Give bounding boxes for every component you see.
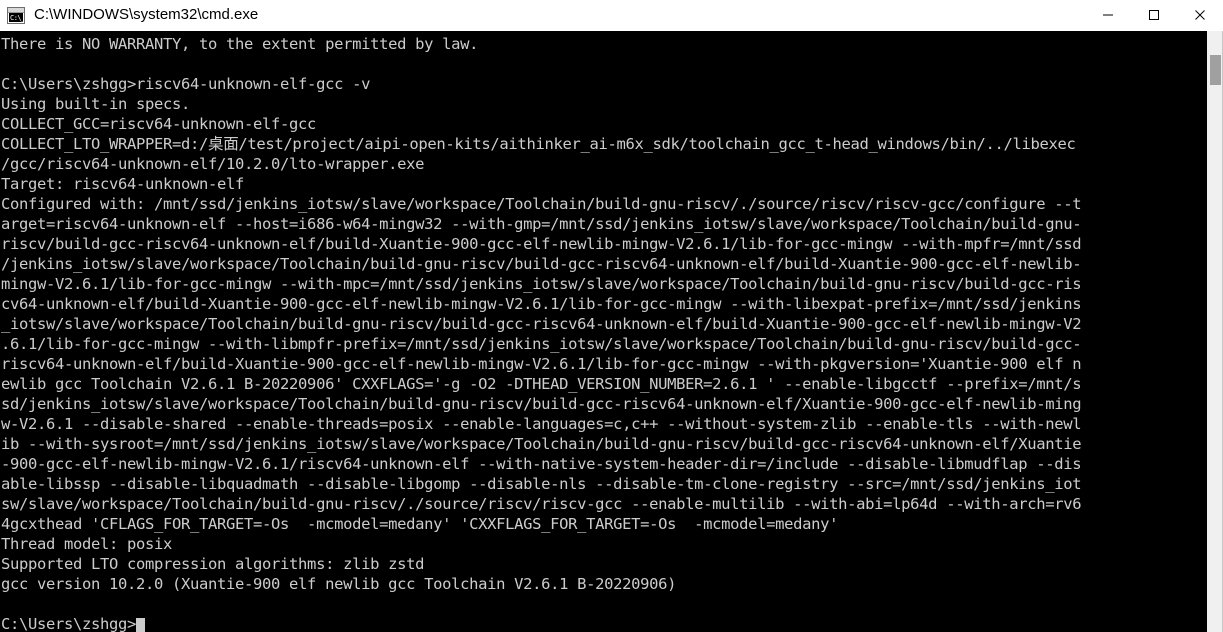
console-line: ewlib gcc Toolchain V2.6.1 B-20220906' C… xyxy=(1,375,1082,393)
console-line: riscv/build-gcc-riscv64-unknown-elf/buil… xyxy=(1,235,1082,253)
console-line: riscv64-unknown-elf/build-Xuantie-900-gc… xyxy=(1,355,1082,373)
close-button[interactable] xyxy=(1177,0,1223,30)
window-titlebar[interactable]: C:\_ C:\WINDOWS\system32\cmd.exe xyxy=(0,0,1223,31)
console-line: COLLECT_GCC=riscv64-unknown-elf-gcc xyxy=(1,115,317,133)
console-scrollbar[interactable] xyxy=(1206,31,1223,632)
console-line: sw/slave/workspace/Toolchain/build-gnu-r… xyxy=(1,495,1082,513)
console-line: mingw-V2.6.1/lib-for-gcc-mingw --with-mp… xyxy=(1,275,1082,293)
titlebar-left-group: C:\_ C:\WINDOWS\system32\cmd.exe xyxy=(0,0,1085,30)
console-line: w-V2.6.1 --disable-shared --enable-threa… xyxy=(1,415,1082,433)
console-line: gcc version 10.2.0 (Xuantie-900 elf newl… xyxy=(1,575,677,593)
scrollbar-thumb[interactable] xyxy=(1210,55,1221,85)
console-line: -900-gcc-elf-newlib-mingw-V2.6.1/riscv64… xyxy=(1,455,1082,473)
console-line: _iotsw/slave/workspace/Toolchain/build-g… xyxy=(1,315,1082,333)
console-line: /gcc/riscv64-unknown-elf/10.2.0/lto-wrap… xyxy=(1,155,425,173)
console-line: C:\Users\zshgg> xyxy=(1,614,1206,632)
console-line: sd/jenkins_iotsw/slave/workspace/Toolcha… xyxy=(1,395,1082,413)
cmd-console-icon[interactable]: C:\_ xyxy=(7,6,25,24)
console-line: COLLECT_LTO_WRAPPER=d:/桌面/test/project/a… xyxy=(1,135,1076,153)
console-line: ib --with-sysroot=/mnt/ssd/jenkins_iotsw… xyxy=(1,435,1082,453)
text-cursor xyxy=(136,618,146,632)
console-line: There is NO WARRANTY, to the extent perm… xyxy=(1,35,479,53)
console-line: Target: riscv64-unknown-elf xyxy=(1,175,245,193)
console-area[interactable]: There is NO WARRANTY, to the extent perm… xyxy=(0,31,1223,632)
window-title: C:\WINDOWS\system32\cmd.exe xyxy=(34,6,259,23)
cmd-icon-glyph: C:\_ xyxy=(9,12,23,22)
console-line: 4gcxthead 'CFLAGS_FOR_TARGET=-Os -mcmode… xyxy=(1,515,839,533)
console-line: Using built-in specs. xyxy=(1,95,191,113)
console-line: C:\Users\zshgg>riscv64-unknown-elf-gcc -… xyxy=(1,75,371,93)
console-line: Supported LTO compression algorithms: zl… xyxy=(1,555,425,573)
console-line: .6.1/lib-for-gcc-mingw --with-libmpfr-pr… xyxy=(1,335,1082,353)
cmd-window: C:\_ C:\WINDOWS\system32\cmd.exe xyxy=(0,0,1223,632)
minimize-button[interactable] xyxy=(1085,0,1131,30)
console-output[interactable]: There is NO WARRANTY, to the extent perm… xyxy=(0,31,1206,632)
console-line: able-libssp --disable-libquadmath --disa… xyxy=(1,475,1082,493)
window-controls xyxy=(1085,0,1223,30)
console-line: /jenkins_iotsw/slave/workspace/Toolchain… xyxy=(1,255,1082,273)
console-line: Configured with: /mnt/ssd/jenkins_iotsw/… xyxy=(1,195,1082,213)
console-line: arget=riscv64-unknown-elf --host=i686-w6… xyxy=(1,215,1082,233)
maximize-button[interactable] xyxy=(1131,0,1177,30)
console-line: Thread model: posix xyxy=(1,535,173,553)
console-line: cv64-unknown-elf/build-Xuantie-900-gcc-e… xyxy=(1,295,1082,313)
